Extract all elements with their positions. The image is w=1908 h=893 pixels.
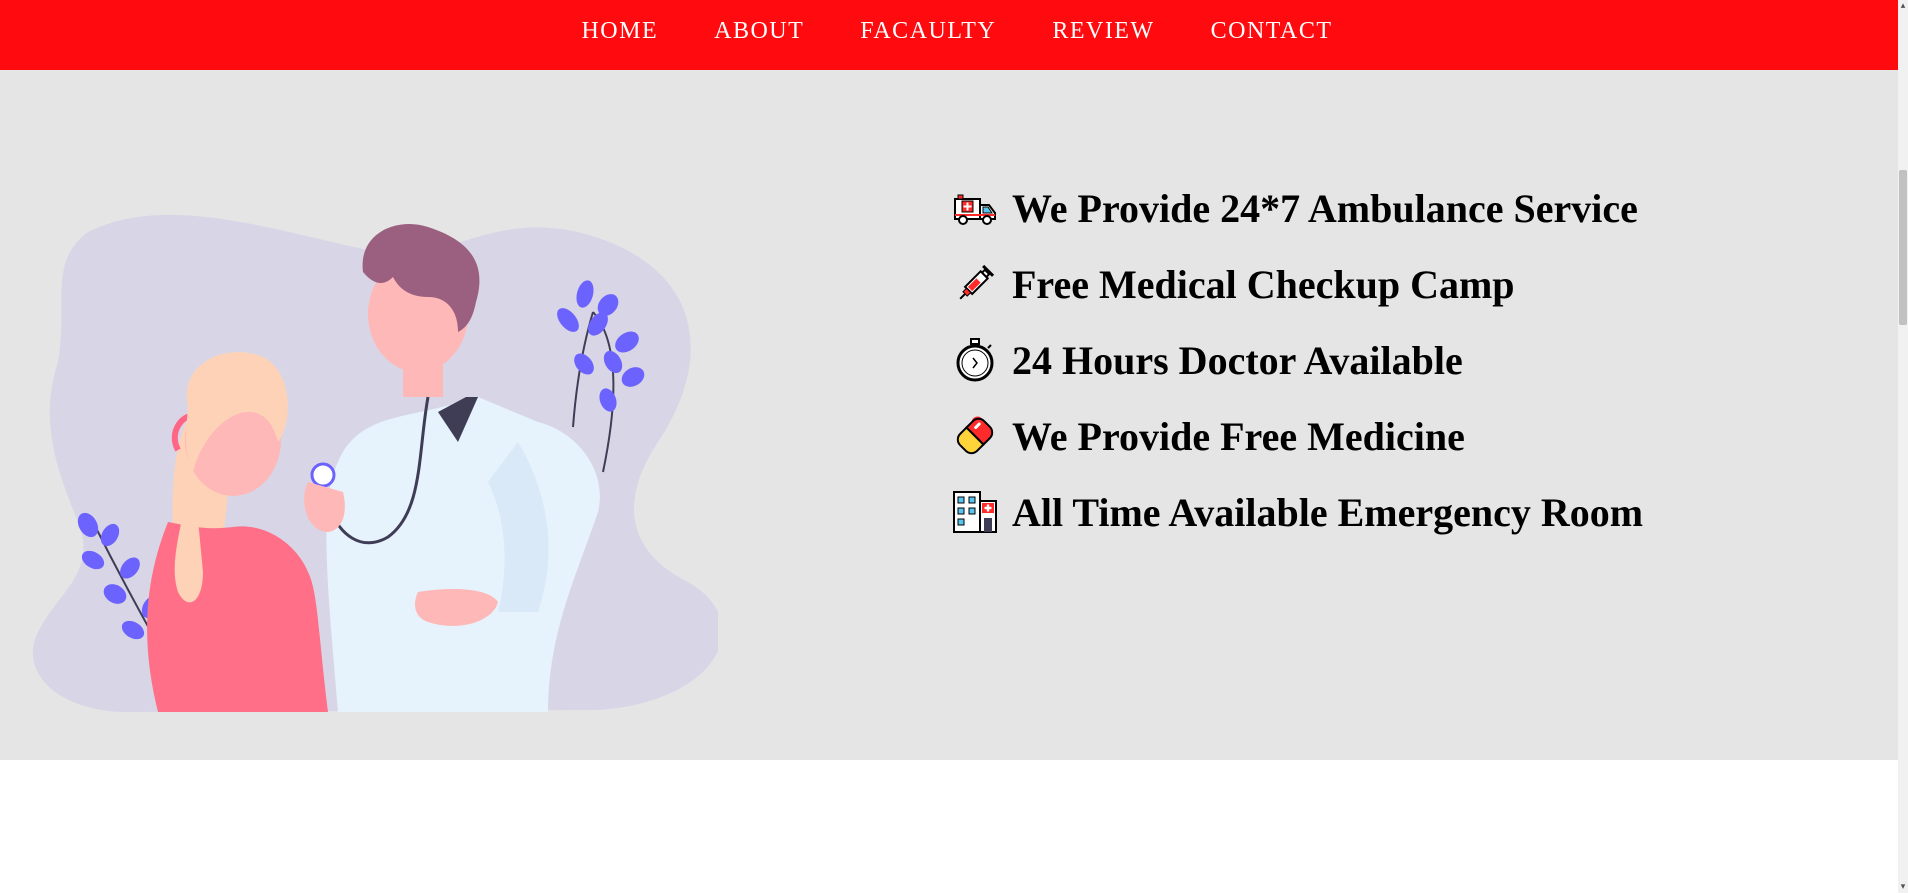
service-text: Free Medical Checkup Camp: [1012, 261, 1515, 307]
service-text: We Provide 24*7 Ambulance Service: [1012, 185, 1638, 231]
nav-link-about[interactable]: ABOUT: [714, 18, 804, 45]
service-text: We Provide Free Medicine: [1012, 413, 1465, 459]
stopwatch-icon: [956, 338, 994, 382]
services-list: We Provide 24*7 Ambulance Service Free M…: [952, 170, 1643, 550]
service-item-checkup: Free Medical Checkup Camp: [952, 246, 1643, 322]
nav-link-contact[interactable]: CONTACT: [1211, 18, 1333, 45]
nav-link-review[interactable]: REVIEW: [1052, 18, 1154, 45]
scroll-up-arrow-icon[interactable]: ▴: [1899, 0, 1907, 12]
ambulance-icon: [954, 194, 996, 225]
pill-icon: [956, 416, 994, 455]
vertical-scrollbar[interactable]: ▴ ▾: [1898, 0, 1908, 893]
top-navbar: HOME ABOUT FACAULTY REVIEW CONTACT: [0, 0, 1898, 70]
service-item-emergency: All Time Available Emergency Room: [952, 474, 1643, 550]
service-item-medicine: We Provide Free Medicine: [952, 398, 1643, 474]
service-text: All Time Available Emergency Room: [1012, 489, 1644, 535]
nav-link-home[interactable]: HOME: [581, 18, 658, 45]
service-text: 24 Hours Doctor Available: [1012, 337, 1463, 383]
nav-link-faculty[interactable]: FACAULTY: [860, 18, 996, 45]
syringe-icon: [959, 264, 995, 300]
nav-menu: HOME ABOUT FACAULTY REVIEW CONTACT: [581, 18, 1332, 53]
service-item-doctor: 24 Hours Doctor Available: [952, 322, 1643, 398]
doctor-patient-illustration: [33, 214, 718, 712]
hospital-icon: [953, 491, 997, 533]
scroll-thumb[interactable]: [1899, 170, 1907, 325]
service-item-ambulance: We Provide 24*7 Ambulance Service: [952, 170, 1643, 246]
scroll-down-arrow-icon[interactable]: ▾: [1899, 881, 1907, 893]
